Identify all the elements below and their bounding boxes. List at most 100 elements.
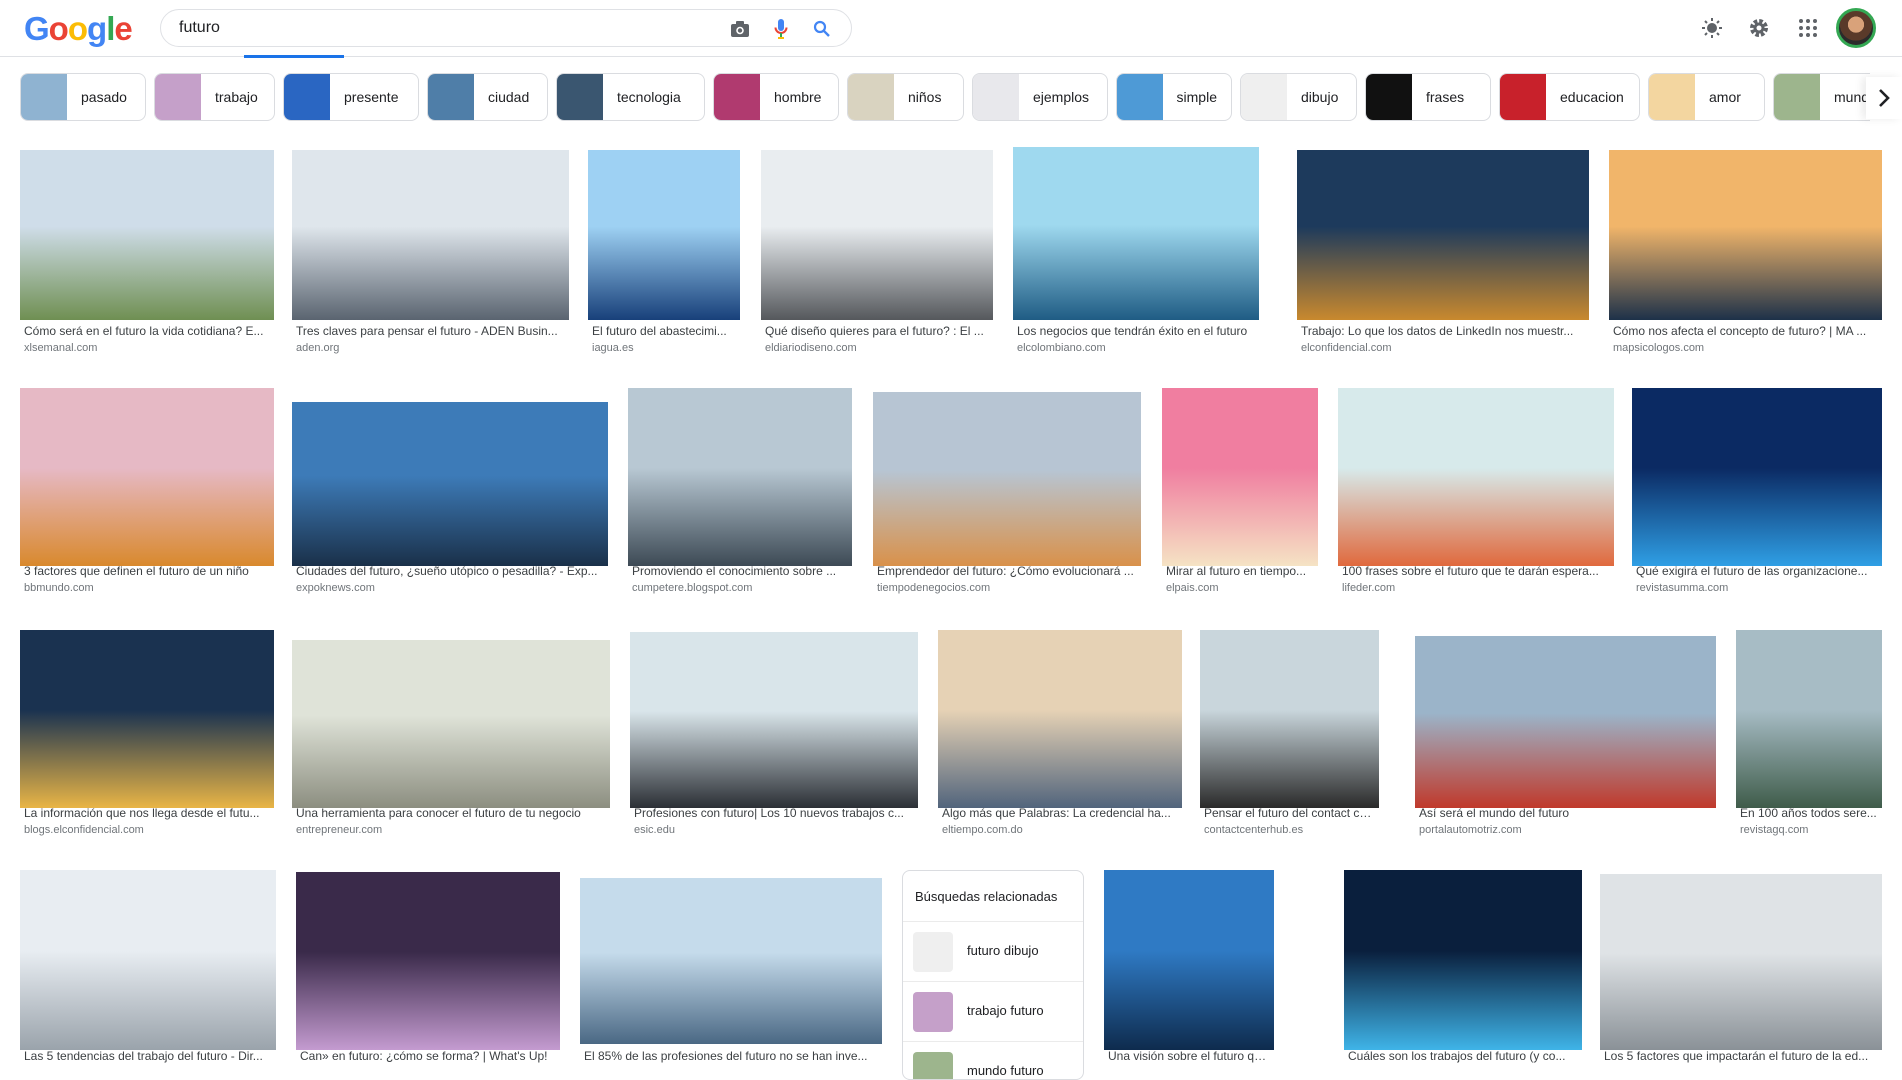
image-result[interactable]: Una herramienta para conocer el futuro d… [292,640,610,836]
related-item[interactable]: mundo futuro [903,1041,1083,1079]
result-title[interactable]: Una visión sobre el futuro que nos es... [1108,1049,1272,1063]
result-thumbnail[interactable] [20,870,276,1050]
result-title[interactable]: La información que nos llega desde el fu… [24,806,272,820]
result-source[interactable]: iagua.es [592,342,738,354]
result-title[interactable]: Mirar al futuro en tiempo... [1166,564,1316,578]
result-thumbnail[interactable] [761,150,993,320]
image-result[interactable]: Las 5 tendencias del trabajo del futuro … [20,870,276,1075]
result-thumbnail[interactable] [20,388,274,566]
result-title[interactable]: El futuro del abastecimi... [592,324,738,338]
result-source[interactable]: cumpetere.blogspot.com [632,582,850,594]
result-title[interactable]: Profesiones con futuro| Los 10 nuevos tr… [634,806,916,820]
image-result[interactable]: Los 5 factores que impactarán el futuro … [1600,874,1882,1075]
result-thumbnail[interactable] [1632,388,1882,566]
image-result[interactable]: Emprendedor del futuro: ¿Cómo evoluciona… [873,392,1141,594]
result-source[interactable]: entrepreneur.com [296,824,608,836]
result-title[interactable]: Una herramienta para conocer el futuro d… [296,806,608,820]
result-title[interactable]: Promoviendo el conocimiento sobre ... [632,564,850,578]
result-source[interactable]: mapsicologos.com [1613,342,1880,354]
image-result[interactable]: Trabajo: Lo que los datos de LinkedIn no… [1297,150,1589,354]
result-title[interactable]: Así será el mundo del futuro [1419,806,1714,820]
result-title[interactable]: Los 5 factores que impactarán el futuro … [1604,1049,1880,1063]
result-source[interactable]: elpais.com [1166,582,1316,594]
result-thumbnail[interactable] [873,392,1141,566]
result-source[interactable]: elconfidencial.com [1301,342,1587,354]
result-source[interactable]: elcolombiano.com [1017,342,1257,354]
image-result[interactable]: 100 frases sobre el futuro que te darán … [1338,388,1614,594]
result-thumbnail[interactable] [20,150,274,320]
image-result[interactable]: El futuro del abastecimi... iagua.es [588,150,740,354]
result-source[interactable]: lifeder.com [1342,582,1612,594]
image-result[interactable]: Los negocios que tendrán éxito en el fut… [1013,147,1259,354]
result-title[interactable]: Cómo nos afecta el concepto de futuro? |… [1613,324,1880,338]
result-title[interactable]: Trabajo: Lo que los datos de LinkedIn no… [1301,324,1587,338]
result-source[interactable]: aden.org [296,342,567,354]
result-thumbnail[interactable] [20,630,274,808]
result-thumbnail[interactable] [1162,388,1318,566]
image-result[interactable]: Una visión sobre el futuro que nos es... [1104,870,1274,1075]
image-result[interactable]: Cuáles son los trabajos del futuro (y co… [1344,870,1582,1075]
result-thumbnail[interactable] [630,632,918,808]
image-result[interactable]: Pensar el futuro del contact cen... conta… [1200,630,1379,836]
result-thumbnail[interactable] [938,630,1182,808]
result-title[interactable]: Las 5 tendencias del trabajo del futuro … [24,1049,274,1063]
result-thumbnail[interactable] [588,150,740,320]
result-title[interactable]: En 100 años todos sere... [1740,806,1880,820]
result-thumbnail[interactable] [292,402,608,566]
image-result[interactable]: Tres claves para pensar el futuro - ADEN… [292,150,569,354]
result-source[interactable]: expoknews.com [296,582,606,594]
result-source[interactable]: blogs.elconfidencial.com [24,824,272,836]
result-title[interactable]: Pensar el futuro del contact cen... [1204,806,1377,820]
result-title[interactable]: Ciudades del futuro, ¿sueño utópico o pe… [296,564,606,578]
image-result[interactable]: 3 factores que definen el futuro de un n… [20,388,274,594]
result-thumbnail[interactable] [1344,870,1582,1050]
image-result[interactable]: La información que nos llega desde el fu… [20,630,274,836]
image-result[interactable]: Algo más que Palabras: La credencial ha.… [938,630,1182,836]
image-result[interactable]: Profesiones con futuro| Los 10 nuevos tr… [630,632,918,836]
result-source[interactable]: eltiempo.com.do [942,824,1180,836]
result-title[interactable]: 3 factores que definen el futuro de un n… [24,564,272,578]
result-title[interactable]: Qué exigirá el futuro de las organizacio… [1636,564,1880,578]
result-thumbnail[interactable] [1013,147,1259,320]
result-thumbnail[interactable] [1297,150,1589,320]
result-title[interactable]: 100 frases sobre el futuro que te darán … [1342,564,1612,578]
result-title[interactable]: Qué diseño quieres para el futuro? : El … [765,324,991,338]
result-thumbnail[interactable] [1415,636,1716,808]
result-thumbnail[interactable] [628,388,852,566]
result-thumbnail[interactable] [292,640,610,808]
result-source[interactable]: tiempodenegocios.com [877,582,1139,594]
image-result[interactable]: Así será el mundo del futuro portalautomo… [1415,636,1716,836]
result-title[interactable]: Los negocios que tendrán éxito en el fut… [1017,324,1257,338]
result-title[interactable]: Can» en futuro: ¿cómo se forma? | What's… [300,1049,558,1063]
image-result[interactable]: Qué exigirá el futuro de las organizacio… [1632,388,1882,594]
result-source[interactable]: contactcenterhub.es [1204,824,1377,836]
result-thumbnail[interactable] [1200,630,1379,808]
image-result[interactable]: Promoviendo el conocimiento sobre ... cum… [628,388,852,594]
result-title[interactable]: Cómo será en el futuro la vida cotidiana… [24,324,272,338]
result-source[interactable]: portalautomotriz.com [1419,824,1714,836]
result-thumbnail[interactable] [292,150,569,320]
result-thumbnail[interactable] [1609,150,1882,320]
result-source[interactable]: esic.edu [634,824,916,836]
image-result[interactable]: Cómo nos afecta el concepto de futuro? |… [1609,150,1882,354]
result-title[interactable]: Algo más que Palabras: La credencial ha.… [942,806,1180,820]
result-source[interactable]: revistagq.com [1740,824,1880,836]
result-thumbnail[interactable] [1736,630,1882,808]
result-thumbnail[interactable] [1600,874,1882,1050]
result-title[interactable]: Emprendedor del futuro: ¿Cómo evoluciona… [877,564,1139,578]
image-result[interactable]: Qué diseño quieres para el futuro? : El … [761,150,993,354]
image-result[interactable]: Can» en futuro: ¿cómo se forma? | What's… [296,872,560,1075]
result-source[interactable]: bbmundo.com [24,582,272,594]
result-thumbnail[interactable] [580,878,882,1044]
related-item[interactable]: trabajo futuro [903,981,1083,1041]
image-result[interactable]: El 85% de las profesiones del futuro no … [580,878,882,1075]
result-title[interactable]: Tres claves para pensar el futuro - ADEN… [296,324,567,338]
image-result[interactable]: En 100 años todos sere... revistagq.com [1736,630,1882,836]
result-thumbnail[interactable] [296,872,560,1050]
image-result[interactable]: Ciudades del futuro, ¿sueño utópico o pe… [292,402,608,594]
result-source[interactable]: xlsemanal.com [24,342,272,354]
result-thumbnail[interactable] [1338,388,1614,566]
result-title[interactable]: Cuáles son los trabajos del futuro (y co… [1348,1049,1580,1063]
result-thumbnail[interactable] [1104,870,1274,1050]
related-item[interactable]: futuro dibujo [903,921,1083,981]
